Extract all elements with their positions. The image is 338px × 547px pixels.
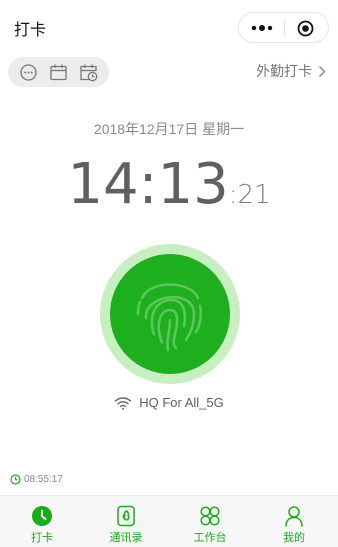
- close-target-icon[interactable]: [297, 20, 314, 37]
- tab-punch[interactable]: 打卡: [0, 496, 84, 547]
- clock-icon: [32, 506, 52, 526]
- tab-workbench[interactable]: 工作台: [168, 496, 252, 547]
- bottom-tab-bar: 打卡 通讯录 工作台 我的: [0, 495, 338, 547]
- tool-pill: [8, 57, 109, 87]
- chevron-right-icon: [319, 65, 326, 77]
- mini-program-capsule: [238, 12, 329, 43]
- time-seconds: :21: [228, 180, 271, 210]
- tab-label: 打卡: [31, 532, 53, 544]
- wifi-icon: [115, 396, 132, 410]
- page-title: 打卡: [14, 22, 47, 39]
- more-dots-icon[interactable]: [250, 22, 274, 34]
- small-clock-icon: [10, 474, 21, 485]
- calendar-clock-icon[interactable]: [79, 63, 98, 82]
- person-icon: [285, 506, 303, 527]
- punch-app: 打卡 外勤打卡 2018年12月17日 星期一 14:13:21 HQ For …: [0, 0, 338, 547]
- field-checkin-label: 外勤打卡: [256, 63, 312, 79]
- time-hours-minutes: 14:13: [67, 152, 229, 217]
- capsule-divider: [284, 21, 285, 35]
- last-punch-record: 08:55:17: [10, 474, 63, 485]
- punch-button-ring: [100, 244, 240, 384]
- punch-button[interactable]: [110, 254, 230, 374]
- last-punch-time: 08:55:17: [24, 474, 63, 485]
- tab-mine[interactable]: 我的: [252, 496, 336, 547]
- wifi-name: HQ For All_5G: [139, 395, 224, 410]
- fingerprint-icon: [136, 283, 203, 352]
- title-bar: 打卡: [0, 0, 338, 52]
- tab-label: 通讯录: [109, 532, 143, 544]
- calendar-icon[interactable]: [49, 63, 68, 82]
- wifi-status: HQ For All_5G: [0, 395, 338, 410]
- tab-contacts[interactable]: 通讯录: [84, 496, 168, 547]
- field-checkin-link[interactable]: 外勤打卡: [256, 61, 326, 81]
- chat-bubble-icon[interactable]: [19, 63, 38, 82]
- tab-label: 工作台: [193, 532, 227, 544]
- workbench-grid-icon: [200, 506, 220, 526]
- tab-label: 我的: [283, 532, 305, 544]
- contacts-book-icon: [117, 505, 135, 527]
- current-time: 14:13:21: [0, 152, 338, 217]
- current-date: 2018年12月17日 星期一: [93, 121, 245, 137]
